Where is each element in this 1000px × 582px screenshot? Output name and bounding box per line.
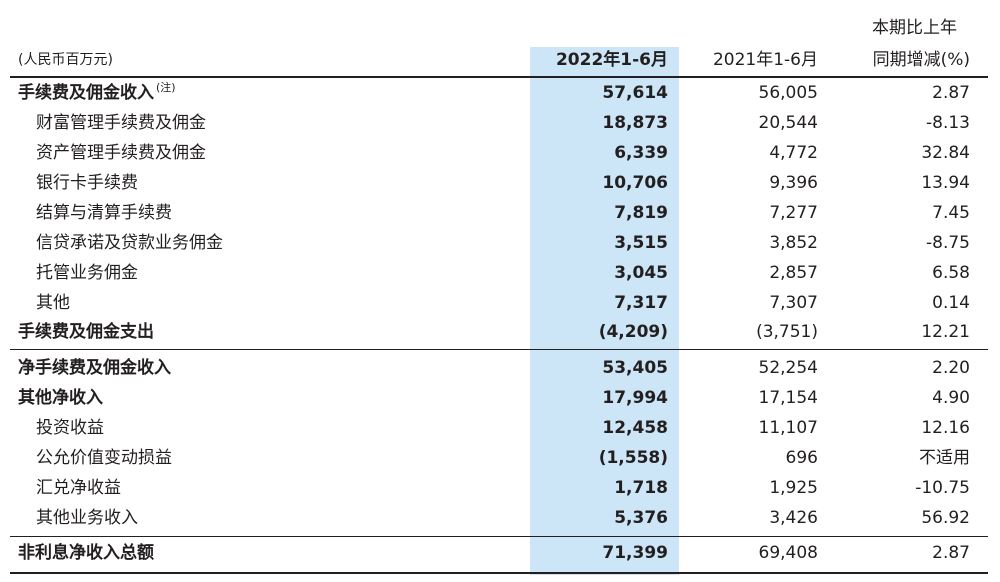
table-row: 其他业务收入 5,376 3,426 56.92 <box>0 503 1000 533</box>
table-row: 净手续费及佣金收入 53,405 52,254 2.20 <box>0 353 1000 383</box>
row-label: 公允价值变动损益 <box>36 448 172 468</box>
header-2021: 2021年1-6月 <box>712 50 818 70</box>
table-row: 汇兑净收益 1,718 1,925 -10.75 <box>0 473 1000 503</box>
value-2021: 7,277 <box>769 203 818 223</box>
value-2022: 5,376 <box>614 508 668 528</box>
header-2022: 2022年1-6月 <box>555 50 668 70</box>
table-row: 财富管理手续费及佣金 18,873 20,544 -8.13 <box>0 108 1000 138</box>
value-change: -10.75 <box>915 478 970 498</box>
table-row: 公允价值变动损益 (1,558) 696 不适用 <box>0 443 1000 473</box>
value-2022: 18,873 <box>602 113 668 133</box>
row-label: 净手续费及佣金收入 <box>18 358 171 378</box>
value-2022: 12,458 <box>602 418 668 438</box>
value-2021: 7,307 <box>769 293 818 313</box>
value-2021: 11,107 <box>758 418 818 438</box>
value-change: 2.87 <box>932 83 970 103</box>
table-row: 手续费及佣金收入 (注) 57,614 56,005 2.87 <box>0 78 1000 108</box>
value-2021: 9,396 <box>769 173 818 193</box>
value-2021: 4,772 <box>769 143 818 163</box>
table-row: 资产管理手续费及佣金 6,339 4,772 32.84 <box>0 138 1000 168</box>
value-change: 12.21 <box>921 322 970 342</box>
value-change: 13.94 <box>921 173 970 193</box>
value-2022: 3,045 <box>614 263 668 283</box>
value-2022: 17,994 <box>602 388 668 408</box>
value-change: 4.90 <box>932 388 970 408</box>
value-2022: 7,317 <box>614 293 668 313</box>
value-2021: 3,426 <box>769 508 818 528</box>
table-row-total: 非利息净收入总额 71,399 69,408 2.87 <box>0 538 1000 568</box>
value-change: 6.58 <box>932 263 970 283</box>
value-2022: (4,209) <box>598 322 668 342</box>
value-change: 7.45 <box>932 203 970 223</box>
value-2021: 69,408 <box>758 543 818 563</box>
row-label: 手续费及佣金收入 (注) <box>18 81 176 103</box>
value-change: -8.13 <box>926 113 970 133</box>
value-2021: 696 <box>785 448 818 468</box>
table-row: 银行卡手续费 10,706 9,396 13.94 <box>0 168 1000 198</box>
row-label: 其他净收入 <box>18 388 103 408</box>
value-2022: 3,515 <box>614 233 668 253</box>
row-label: 其他 <box>36 293 70 313</box>
value-2022: 6,339 <box>614 143 668 163</box>
value-2022: 1,718 <box>614 478 668 498</box>
row-label: 资产管理手续费及佣金 <box>36 143 206 163</box>
header-change-line1: 本期比上年 <box>872 18 957 38</box>
total-rule <box>10 536 988 537</box>
table-row: 结算与清算手续费 7,819 7,277 7.45 <box>0 198 1000 228</box>
value-2022: 57,614 <box>602 83 668 103</box>
row-note: (注) <box>156 81 176 94</box>
table-row: 其他 7,317 7,307 0.14 <box>0 288 1000 318</box>
bottom-rule <box>10 572 988 574</box>
row-label: 财富管理手续费及佣金 <box>36 113 206 133</box>
table-row: 投资收益 12,458 11,107 12.16 <box>0 413 1000 443</box>
table-row: 托管业务佣金 3,045 2,857 6.58 <box>0 258 1000 288</box>
header-unit: (人民币百万元) <box>18 52 113 68</box>
row-label: 投资收益 <box>36 418 104 438</box>
value-change: 12.16 <box>921 418 970 438</box>
value-2022: 10,706 <box>602 173 668 193</box>
row-label: 汇兑净收益 <box>36 478 121 498</box>
value-2021: 17,154 <box>758 388 818 408</box>
row-label: 银行卡手续费 <box>36 173 138 193</box>
value-2021: 3,852 <box>769 233 818 253</box>
value-2021: 52,254 <box>758 358 818 378</box>
value-change: 不适用 <box>919 448 970 468</box>
value-2021: (3,751) <box>756 322 818 342</box>
row-label: 托管业务佣金 <box>36 263 138 283</box>
row-label: 结算与清算手续费 <box>36 203 172 223</box>
value-2022: 53,405 <box>602 358 668 378</box>
row-label: 信贷承诺及贷款业务佣金 <box>36 233 223 253</box>
value-2021: 56,005 <box>758 83 818 103</box>
value-change: -8.75 <box>926 233 970 253</box>
value-change: 0.14 <box>932 293 970 313</box>
value-2022: (1,558) <box>598 448 668 468</box>
value-change: 32.84 <box>921 143 970 163</box>
row-label: 手续费及佣金支出 <box>18 322 154 342</box>
table-row: 信贷承诺及贷款业务佣金 3,515 3,852 -8.75 <box>0 228 1000 258</box>
value-2022: 71,399 <box>602 543 668 563</box>
value-2021: 1,925 <box>769 478 818 498</box>
section-rule <box>10 349 988 350</box>
row-label: 其他业务收入 <box>36 508 138 528</box>
value-2022: 7,819 <box>614 203 668 223</box>
value-2021: 20,544 <box>758 113 818 133</box>
value-change: 2.20 <box>932 358 970 378</box>
header-change-line2: 同期增减(%) <box>872 50 970 70</box>
table-row: 手续费及佣金支出 (4,209) (3,751) 12.21 <box>0 317 1000 347</box>
value-2021: 2,857 <box>769 263 818 283</box>
row-label: 非利息净收入总额 <box>18 543 154 563</box>
table-row: 其他净收入 17,994 17,154 4.90 <box>0 383 1000 413</box>
value-change: 56.92 <box>921 508 970 528</box>
value-change: 2.87 <box>932 543 970 563</box>
